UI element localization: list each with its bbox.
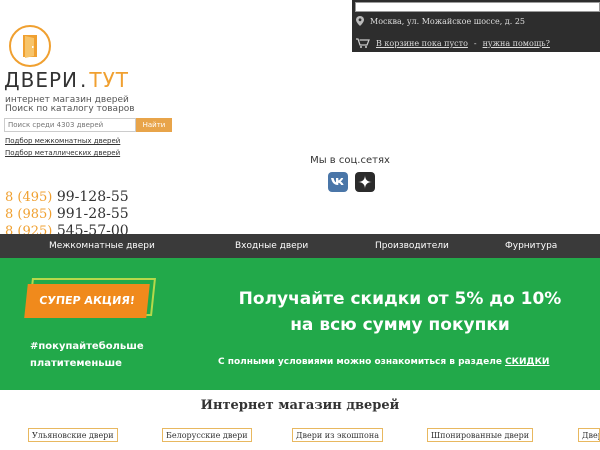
phone-number: 99-128-55 [56, 189, 129, 205]
category-link[interactable]: Шпонированные двери [427, 428, 534, 442]
search-submit-button[interactable]: Найти [136, 118, 172, 132]
logo-dot: . [80, 68, 88, 92]
catalog-search: Найти [4, 118, 172, 132]
promo-headline: Получайте скидки от 5% до 10% на всю сум… [180, 286, 600, 338]
social-title: Мы в соц.сетях [310, 155, 390, 166]
phone-list: 8 (495) 99-128-55 8 (985) 991-28-55 8 (9… [5, 189, 129, 240]
dzen-icon[interactable] [355, 172, 375, 192]
promo-note: С полными условиями можно ознакомиться в… [218, 357, 549, 367]
help-link[interactable]: нужна помощь? [483, 39, 550, 48]
cart-status-link[interactable]: В корзине пока пусто [376, 39, 468, 48]
hashtag-line: #покупайтебольше [30, 341, 144, 352]
category-link[interactable]: Двери [578, 428, 600, 442]
nav-item-entrance-doors[interactable]: Входные двери [235, 234, 308, 258]
door-icon [23, 35, 37, 58]
logo-wordmark[interactable]: ДВЕРИ. ТУТ [4, 68, 129, 92]
discounts-link[interactable]: СКИДКИ [505, 357, 549, 367]
promo-headline-line: Получайте скидки от 5% до 10% [238, 289, 562, 309]
search-title: Поиск по каталогу товаров [5, 104, 135, 114]
filter-metal-doors-link[interactable]: Подбор металлических дверей [5, 149, 120, 157]
phone-code: 8 (985) [5, 207, 53, 222]
top-search-field[interactable] [355, 2, 600, 12]
section-title: Интернет магазин дверей [200, 398, 400, 413]
nav-item-hardware[interactable]: Фурнитура [505, 234, 557, 258]
cart-icon [356, 38, 370, 48]
logo-word-main: ДВЕРИ [4, 68, 79, 92]
category-link[interactable]: Ульяновские двери [28, 428, 118, 442]
promo-banner[interactable]: СУПЕР АКЦИЯ! #покупайтебольше платитемен… [0, 258, 600, 390]
hashtag-line: платитеменьше [30, 358, 122, 369]
cart-row: В корзине пока пусто - нужна помощь? [356, 36, 550, 50]
top-info-bar: Москва, ул. Можайское шоссе, д. 25 В кор… [352, 0, 600, 52]
address-row: Москва, ул. Можайское шоссе, д. 25 [356, 14, 525, 28]
category-link[interactable]: Двери из экошпона [292, 428, 383, 442]
phone-number: 991-28-55 [56, 206, 129, 222]
category-link[interactable]: Белорусские двери [162, 428, 252, 442]
nav-item-manufacturers[interactable]: Производители [375, 234, 449, 258]
promo-hashtag: #покупайтебольше платитеменьше [30, 338, 144, 372]
nav-item-interior-doors[interactable]: Межкомнатные двери [49, 234, 155, 258]
vk-icon[interactable] [328, 172, 348, 192]
catalog-search-input[interactable] [4, 118, 136, 132]
phone-code: 8 (495) [5, 190, 53, 205]
promo-headline-line: на всю сумму покупки [290, 315, 510, 335]
badge-label: СУПЕР АКЦИЯ! [24, 284, 150, 318]
promo-note-text: С полными условиями можно ознакомиться в… [218, 357, 502, 367]
phone-item[interactable]: 8 (985) 991-28-55 [5, 206, 129, 223]
store-address: Москва, ул. Можайское шоссе, д. 25 [370, 16, 525, 26]
logo-emblem[interactable] [9, 25, 51, 67]
filter-interior-doors-link[interactable]: Подбор межкомнатных дверей [5, 137, 120, 145]
cart-separator: - [473, 38, 477, 48]
main-nav: Межкомнатные двери Входные двери Произво… [0, 234, 600, 258]
phone-item[interactable]: 8 (495) 99-128-55 [5, 189, 129, 206]
logo-word-accent: ТУТ [89, 68, 129, 92]
promo-badge: СУПЕР АКЦИЯ! [24, 278, 156, 320]
location-pin-icon [356, 16, 364, 26]
